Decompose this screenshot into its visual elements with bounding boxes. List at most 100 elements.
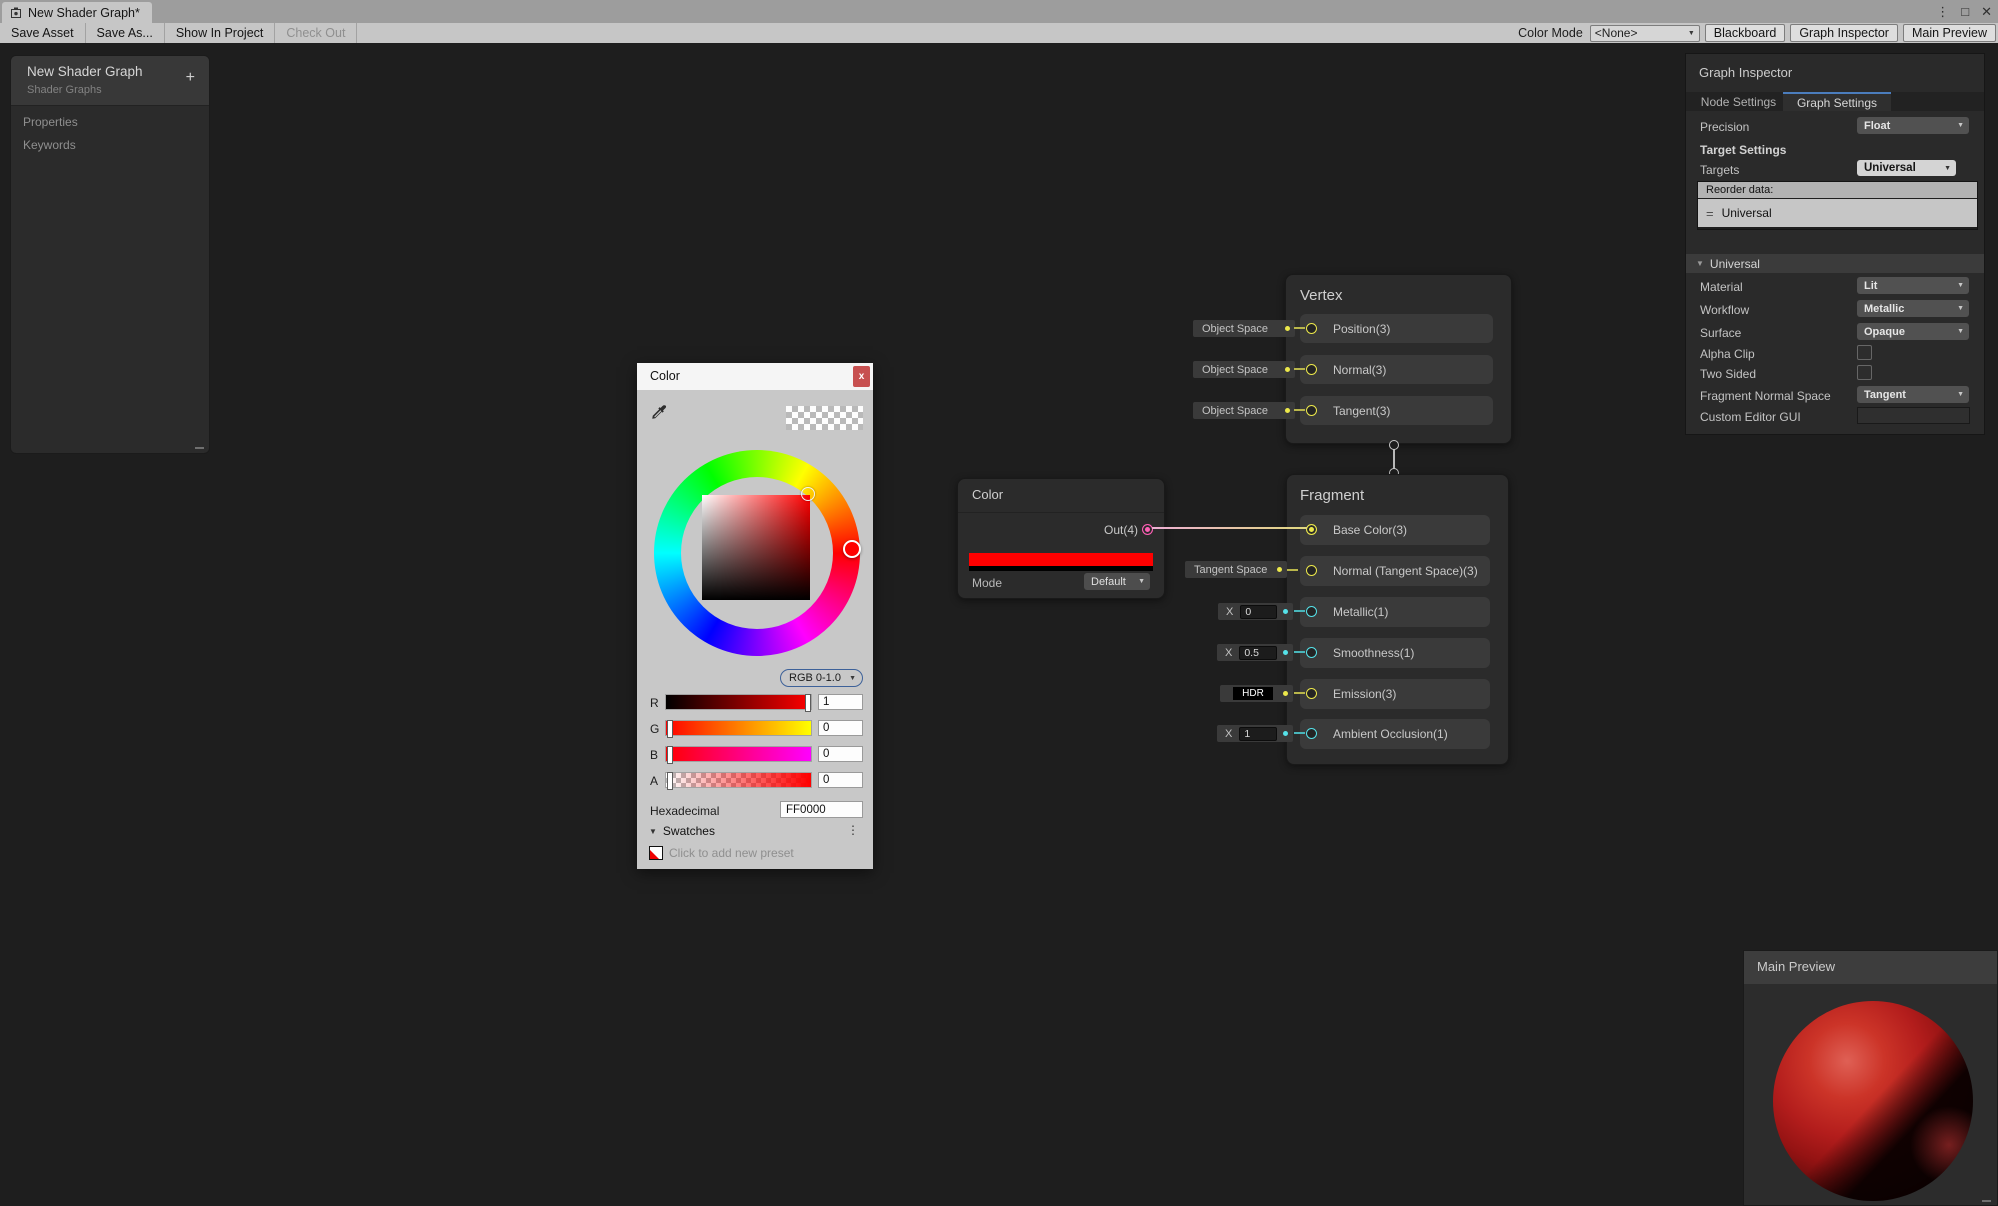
fragment-normal-space-dropdown[interactable]: Tangent ▼ xyxy=(1857,386,1969,403)
save-asset-button[interactable]: Save Asset xyxy=(0,23,86,43)
surface-dropdown[interactable]: Opaque ▼ xyxy=(1857,323,1969,340)
add-preset-hint[interactable]: Click to add new preset xyxy=(669,846,794,860)
g-slider-handle[interactable] xyxy=(667,720,673,738)
port-color-out[interactable] xyxy=(1142,524,1153,535)
tab-new-shader-graph[interactable]: New Shader Graph* xyxy=(2,2,152,23)
color-mode-dropdown[interactable]: <None> ▼ xyxy=(1590,25,1700,42)
b-value-field[interactable]: 0 xyxy=(818,746,863,762)
fragment-slot-metallic[interactable]: Metallic(1) xyxy=(1300,597,1490,627)
b-slider-handle[interactable] xyxy=(667,746,673,764)
smoothness-value-field[interactable]: 0.5 xyxy=(1239,646,1277,660)
main-preview-toggle-button[interactable]: Main Preview xyxy=(1903,24,1996,42)
tab-graph-settings[interactable]: Graph Settings xyxy=(1783,92,1891,111)
slot-label: Normal (Tangent Space)(3) xyxy=(1333,564,1478,578)
fragment-slot-ambient-occlusion[interactable]: Ambient Occlusion(1) xyxy=(1300,719,1490,749)
foldout-triangle-icon: ▼ xyxy=(1696,259,1704,268)
hue-handle[interactable] xyxy=(843,540,861,558)
hexadecimal-field[interactable]: FF0000 xyxy=(780,801,863,818)
b-label: B xyxy=(650,748,658,762)
r-slider[interactable] xyxy=(665,694,812,710)
close-icon[interactable]: x xyxy=(853,366,870,387)
port-emission[interactable] xyxy=(1306,688,1317,699)
color-node-swatch[interactable] xyxy=(969,553,1153,566)
hdr-badge[interactable]: HDR xyxy=(1233,687,1273,700)
close-icon[interactable]: ✕ xyxy=(1981,4,1992,20)
workflow-dropdown[interactable]: Metallic ▼ xyxy=(1857,300,1969,317)
vertex-slot-tangent[interactable]: Tangent(3) xyxy=(1300,396,1493,425)
g-slider[interactable] xyxy=(665,720,812,736)
port-base-color[interactable] xyxy=(1306,524,1317,535)
vertex-slot-position[interactable]: Position(3) xyxy=(1300,314,1493,343)
a-value-field[interactable]: 0 xyxy=(818,772,863,788)
a-slider[interactable] xyxy=(665,772,812,788)
universal-foldout[interactable]: ▼ Universal xyxy=(1686,254,1984,273)
window-menu-icon[interactable]: ⋮ xyxy=(1936,4,1949,20)
color-picker-titlebar[interactable]: Color x xyxy=(637,363,873,390)
material-dropdown[interactable]: Lit ▼ xyxy=(1857,277,1969,294)
color-node[interactable]: Color Out(4) Mode Default ▼ xyxy=(957,478,1165,599)
maximize-icon[interactable]: □ xyxy=(1961,4,1969,19)
port-normal-ts[interactable] xyxy=(1306,565,1317,576)
port-normal[interactable] xyxy=(1306,364,1317,375)
foldout-triangle-icon: ▼ xyxy=(649,827,657,836)
graph-inspector-toggle-button[interactable]: Graph Inspector xyxy=(1790,24,1898,42)
default-input-ambient-occlusion[interactable]: X 1 xyxy=(1217,725,1293,742)
save-as-button[interactable]: Save As... xyxy=(86,23,165,43)
swatches-menu-icon[interactable]: ⋮ xyxy=(847,823,859,837)
precision-dropdown[interactable]: Float ▼ xyxy=(1857,117,1969,134)
port-metallic[interactable] xyxy=(1306,606,1317,617)
swatch-preset-icon[interactable] xyxy=(649,846,663,860)
fragment-slot-normal-ts[interactable]: Normal (Tangent Space)(3) xyxy=(1300,556,1490,586)
stack-connector-line xyxy=(1393,449,1394,469)
two-sided-checkbox[interactable] xyxy=(1857,365,1872,380)
targets-dropdown[interactable]: Universal ▼ xyxy=(1857,160,1956,176)
default-input-object-space[interactable]: Object Space xyxy=(1193,402,1295,419)
resize-handle[interactable] xyxy=(1982,1200,1991,1202)
default-input-metallic[interactable]: X 0 xyxy=(1218,603,1293,620)
r-value-field[interactable]: 1 xyxy=(818,694,863,710)
fragment-normal-space-label: Fragment Normal Space xyxy=(1700,389,1831,403)
ao-value-field[interactable]: 1 xyxy=(1239,727,1277,741)
main-preview-header[interactable]: Main Preview xyxy=(1744,951,1997,984)
a-slider-handle[interactable] xyxy=(667,772,673,790)
alpha-clip-checkbox[interactable] xyxy=(1857,345,1872,360)
saturation-value-handle[interactable] xyxy=(801,487,815,501)
saturation-value-box[interactable] xyxy=(702,495,810,600)
preview-sphere[interactable] xyxy=(1773,1001,1973,1201)
default-input-object-space[interactable]: Object Space xyxy=(1193,361,1295,378)
blackboard-toggle-button[interactable]: Blackboard xyxy=(1705,24,1786,42)
tab-node-settings[interactable]: Node Settings xyxy=(1694,92,1783,111)
default-input-smoothness[interactable]: X 0.5 xyxy=(1217,644,1293,661)
g-value-field[interactable]: 0 xyxy=(818,720,863,736)
fragment-slot-base-color[interactable]: Base Color(3) xyxy=(1300,515,1490,545)
port-smoothness[interactable] xyxy=(1306,647,1317,658)
blackboard-section-keywords[interactable]: Keywords xyxy=(23,138,76,152)
reorder-item-universal[interactable]: = Universal xyxy=(1698,199,1977,227)
color-space-dropdown[interactable]: RGB 0-1.0 ▼ xyxy=(780,669,863,687)
port-position[interactable] xyxy=(1306,323,1317,334)
vertex-node[interactable]: Vertex Position(3) Normal(3) Tangent(3) xyxy=(1285,274,1512,444)
r-slider-handle[interactable] xyxy=(805,694,811,712)
default-input-object-space[interactable]: Object Space xyxy=(1193,320,1295,337)
material-label: Material xyxy=(1700,280,1743,294)
b-slider[interactable] xyxy=(665,746,812,762)
default-input-tangent-space[interactable]: Tangent Space xyxy=(1185,561,1287,578)
default-input-emission[interactable]: HDR xyxy=(1220,685,1293,702)
custom-editor-gui-field[interactable] xyxy=(1857,407,1970,424)
blackboard-section-properties[interactable]: Properties xyxy=(23,115,78,129)
show-in-project-button[interactable]: Show In Project xyxy=(165,23,276,43)
vertex-slot-normal[interactable]: Normal(3) xyxy=(1300,355,1493,384)
metallic-value-field[interactable]: 0 xyxy=(1240,605,1277,619)
eyedropper-icon[interactable] xyxy=(649,403,669,423)
fragment-slot-smoothness[interactable]: Smoothness(1) xyxy=(1300,638,1490,668)
resize-handle[interactable] xyxy=(195,447,204,449)
swatches-foldout[interactable]: ▼ Swatches xyxy=(649,824,715,838)
add-property-button[interactable]: + xyxy=(186,70,195,86)
targets-value: Universal xyxy=(1864,162,1916,174)
port-tangent[interactable] xyxy=(1306,405,1317,416)
mode-dropdown[interactable]: Default ▼ xyxy=(1084,573,1150,590)
fragment-node[interactable]: Fragment Base Color(3) Normal (Tangent S… xyxy=(1286,474,1509,765)
port-ambient-occlusion[interactable] xyxy=(1306,728,1317,739)
fragment-slot-emission[interactable]: Emission(3) xyxy=(1300,679,1490,709)
drag-handle-icon[interactable]: = xyxy=(1706,206,1714,221)
